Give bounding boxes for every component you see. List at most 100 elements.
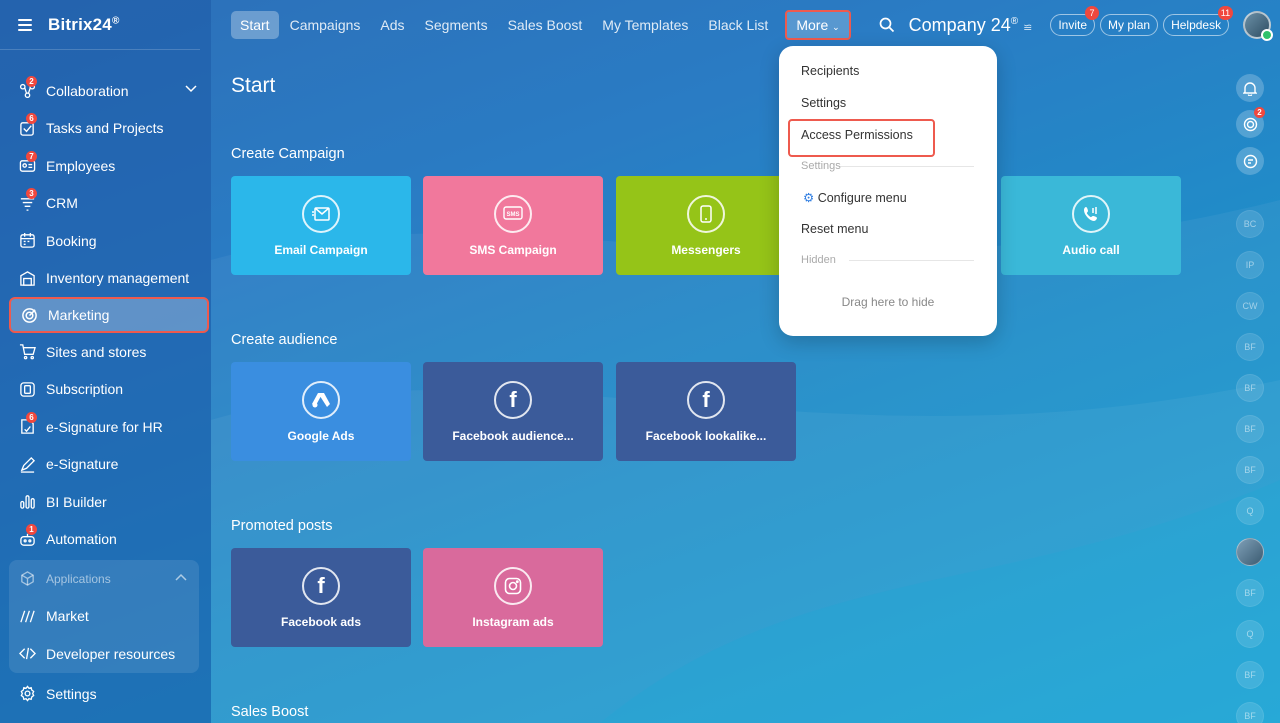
facebook-icon: f [494,380,532,419]
section-title-create-audience: Create audience [231,332,338,348]
chevron-up-icon [175,573,187,581]
contact-avatar[interactable]: BF [1236,374,1264,402]
helpdesk-button[interactable]: Helpdesk 11 [1163,6,1234,36]
badge: 6 [26,411,37,423]
sidebar-item-esignature[interactable]: e-Signature [9,446,209,484]
menu-burger-icon[interactable] [18,18,34,31]
card-label: Facebook lookalike... [645,428,767,443]
online-status-icon [1261,29,1274,41]
sidebar-item-developer[interactable]: Developer resources [9,635,199,673]
gear-icon [18,685,36,703]
section-label-hidden: Hidden [801,254,836,266]
helpdesk-badge: 11 [1217,6,1234,20]
phone-icon [687,194,725,233]
sidebar-item-market[interactable]: Market [9,598,199,636]
sidebar-item-sites[interactable]: Sites and stores [9,333,209,371]
contact-avatar[interactable]: BF [1236,456,1264,484]
tab-campaigns[interactable]: Campaigns [281,11,370,39]
contact-avatar[interactable]: BC [1236,210,1264,238]
contact-avatar[interactable]: CW [1236,292,1264,320]
page-title: Start [231,74,276,97]
sidebar-item-tasks[interactable]: 6 Tasks and Projects [9,110,209,148]
invite-button[interactable]: Invite 7 [1050,6,1100,36]
drag-hide-zone[interactable]: Drag here to hide [779,295,997,309]
contact-avatar[interactable]: BF [1236,415,1264,443]
card-facebook-ads[interactable]: f Facebook ads [231,548,411,647]
card-audio-call[interactable]: Audio call [1001,176,1181,275]
menu-item-access-permissions[interactable]: Access Permissions [801,128,913,142]
badge: 7 [26,150,37,162]
sidebar-item-subscription[interactable]: Subscription [9,371,209,409]
menu-item-settings[interactable]: Settings [801,96,846,110]
chat-icon[interactable] [1236,147,1264,175]
sidebar-item-label: Sites and stores [46,343,147,360]
sidebar-item-settings[interactable]: Settings [9,675,209,713]
sidebar-item-marketing[interactable]: Marketing [9,297,209,333]
contact-avatar[interactable]: IP [1236,251,1264,279]
tab-segments[interactable]: Segments [416,11,497,39]
card-sms-campaign[interactable]: SMS SMS Campaign [423,176,603,275]
invite-badge: 7 [1085,6,1100,20]
card-messengers[interactable]: Messengers [616,176,796,275]
sidebar-item-bi-builder[interactable]: BI Builder [9,483,209,521]
contact-avatar[interactable]: Q [1236,620,1264,648]
contact-avatar-photo[interactable] [1236,538,1264,566]
card-facebook-lookalike[interactable]: f Facebook lookalike... [616,362,796,461]
card-label: Facebook ads [280,614,362,629]
contact-avatar[interactable]: BF [1236,579,1264,607]
contact-avatar[interactable]: BF [1236,702,1264,723]
sliders-icon: ≌ [1023,21,1033,34]
market-icon [18,607,36,625]
card-google-ads[interactable]: Google Ads [231,362,411,461]
tab-my-templates[interactable]: My Templates [593,11,697,39]
sidebar-item-esignature-hr[interactable]: 6 e-Signature for HR [9,408,209,446]
facebook-icon: f [687,380,725,419]
card-label: SMS Campaign [469,242,557,257]
right-rail: 2 BC IP CW BF BF BF BF Q BF Q BF BF [1223,50,1280,723]
section-title-promoted-posts: Promoted posts [231,518,333,534]
menu-item-configure[interactable]: ⚙ Configure menu [803,190,907,205]
employees-icon: 7 [18,150,37,175]
my-plan-button[interactable]: My plan [1100,14,1159,36]
contact-avatar[interactable]: BF [1236,333,1264,361]
card-facebook-audience[interactable]: f Facebook audience... [423,362,603,461]
bell-icon[interactable] [1236,74,1264,102]
card-instagram-ads[interactable]: Instagram ads [423,548,603,647]
gear-icon: ⚙ [803,191,815,205]
card-label: Facebook audience... [452,428,574,443]
sidebar-item-inventory[interactable]: Inventory management [9,260,209,298]
sidebar-item-employees[interactable]: 7 Employees [9,147,209,185]
chevron-down-icon [185,85,197,93]
section-title-sales-boost: Sales Boost [231,704,309,720]
company-name[interactable]: Company 24® ≌ [909,15,1033,36]
user-avatar[interactable] [1243,11,1274,41]
robot-icon: 1 [18,524,37,548]
sidebar-item-automation[interactable]: 1 Automation [9,521,209,559]
contact-avatar[interactable]: BF [1236,661,1264,689]
tab-sales-boost[interactable]: Sales Boost [499,11,592,39]
phone-call-icon [1072,194,1110,233]
applications-header[interactable]: Applications [9,560,199,598]
badge: 2 [1254,107,1265,118]
card-email-campaign[interactable]: Email Campaign [231,176,411,275]
search-icon[interactable] [877,15,897,35]
tab-ads[interactable]: Ads [371,11,413,39]
tab-start[interactable]: Start [231,11,279,39]
card-label: Google Ads [287,428,355,443]
sidebar-item-collaboration[interactable]: 2 Collaboration [9,72,209,110]
facebook-icon: f [302,566,340,605]
menu-item-recipients[interactable]: Recipients [801,64,859,78]
sidebar-item-booking[interactable]: Booking [9,222,209,260]
sidebar-item-label: Settings [46,685,97,702]
menu-item-reset[interactable]: Reset menu [801,222,868,236]
tab-black-list[interactable]: Black List [699,11,777,39]
app-logo[interactable]: Bitrix24® [48,15,120,35]
chevron-down-icon: ⌄ [832,22,840,32]
sidebar-item-crm[interactable]: 3 CRM [9,185,209,223]
tab-more[interactable]: More ⌄ [785,10,851,40]
activity-icon[interactable]: 2 [1236,107,1265,138]
sms-icon: SMS [494,194,532,233]
contact-avatar[interactable]: Q [1236,497,1264,525]
card-label: Email Campaign [274,242,368,257]
sidebar-item-label: Developer resources [46,645,176,662]
